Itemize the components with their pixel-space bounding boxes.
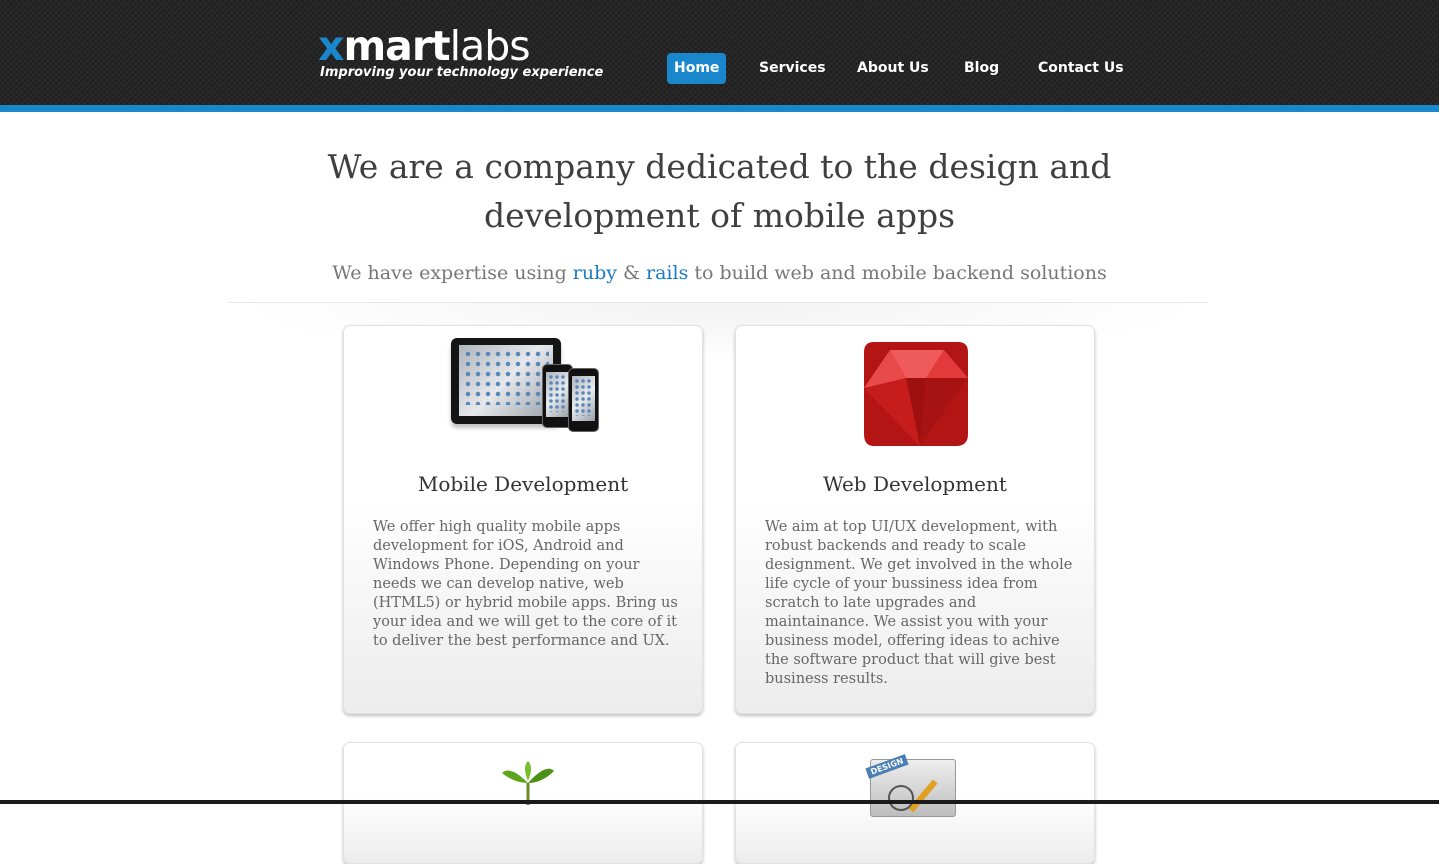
- hero-title: We are a company dedicated to the design…: [0, 142, 1439, 240]
- hero-title-line-2: development of mobile apps: [483, 196, 956, 235]
- service-title: Web Development: [823, 472, 1007, 496]
- logo[interactable]: xmartlabs Improving your technology expe…: [318, 24, 603, 80]
- header-accent-bar: [0, 105, 1439, 112]
- window-bottom-edge: [0, 800, 1439, 804]
- nav-blog[interactable]: Blog: [964, 53, 999, 84]
- hero-title-line-1: We are a company dedicated to the design…: [327, 147, 1112, 186]
- service-card-web: Web Development We aim at top UI/UX deve…: [735, 325, 1095, 714]
- hero-subtitle: We have expertise using ruby & rails to …: [332, 262, 1107, 284]
- ruby-gem-icon: [864, 342, 968, 446]
- plant-sprout-icon: [502, 761, 554, 805]
- service-description: We aim at top UI/UX development, with ro…: [765, 519, 1073, 687]
- ruby-link[interactable]: ruby: [573, 262, 617, 284]
- nav-home[interactable]: Home: [667, 53, 727, 84]
- service-description: We offer high quality mobile apps develo…: [373, 519, 678, 649]
- rails-link[interactable]: rails: [646, 262, 688, 284]
- nav-about-us[interactable]: About Us: [857, 53, 929, 84]
- nav-services[interactable]: Services: [759, 53, 826, 84]
- service-title: Mobile Development: [417, 472, 629, 496]
- logo-tagline: Improving your technology experience: [320, 65, 604, 80]
- nav-contact-us[interactable]: Contact Us: [1038, 53, 1124, 84]
- service-card-mobile: Mobile Development We offer high quality…: [343, 325, 703, 714]
- mobile-devices-icon: [344, 326, 702, 436]
- logo-wordmark: xmartlabs: [318, 22, 531, 70]
- site-header: xmartlabs Improving your technology expe…: [0, 0, 1439, 105]
